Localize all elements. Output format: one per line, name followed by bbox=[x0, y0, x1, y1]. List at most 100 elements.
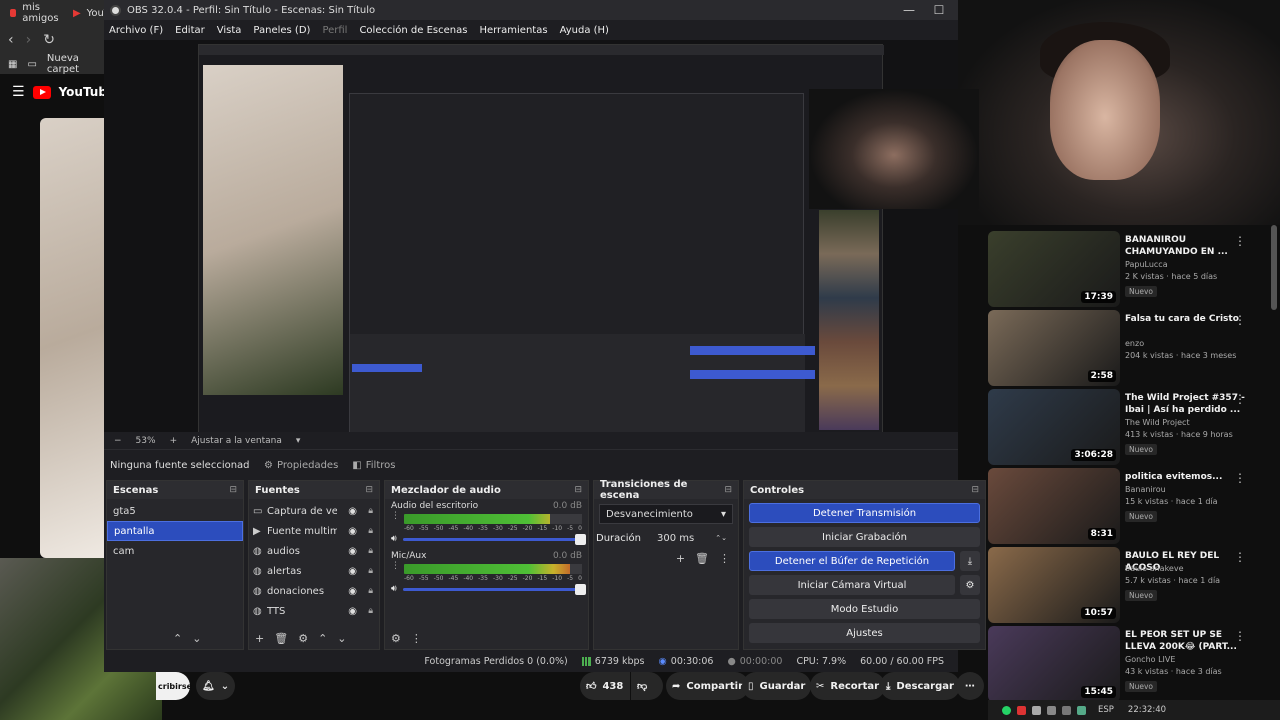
more-vertical-icon[interactable]: ⋮ bbox=[1234, 550, 1246, 564]
save-button[interactable]: ▯ Guardar bbox=[742, 672, 812, 700]
video-channel[interactable]: baulo anakeve bbox=[1125, 564, 1184, 573]
lock-icon[interactable]: 🔒︎ bbox=[368, 526, 373, 536]
obs-preview[interactable] bbox=[104, 40, 979, 439]
reload-icon[interactable]: ↻ bbox=[43, 32, 55, 48]
related-video[interactable]: 15:45 EL PEOR SET UP SE LLEVA 200K😂 (PART… bbox=[988, 623, 1260, 702]
source-item[interactable]: ◍ donaciones ◉ 🔒︎ bbox=[249, 581, 379, 601]
more-vertical-icon[interactable]: ⋮ bbox=[391, 561, 400, 571]
tray-app-icon[interactable] bbox=[1032, 705, 1041, 715]
more-vertical-icon[interactable]: ⋮ bbox=[1234, 392, 1246, 406]
more-vertical-icon[interactable]: ⋮ bbox=[391, 511, 400, 521]
browser-tab[interactable]: mis amigos ▶ YouT bbox=[0, 0, 110, 26]
gear-icon[interactable]: ⚙ bbox=[298, 632, 308, 645]
related-video[interactable]: 8:31 politica evitemos... Bananirou 15 k vi… bbox=[988, 465, 1260, 544]
save-replay-icon[interactable]: ⤓ bbox=[960, 551, 980, 571]
video-channel[interactable]: enzo bbox=[1125, 339, 1144, 348]
video-thumbnail[interactable]: 3:06:28 bbox=[988, 389, 1120, 465]
undock-icon[interactable]: ⊟ bbox=[724, 485, 732, 495]
related-video[interactable]: 2:58 Falsa tu cara de Cristo enzo 204 k vis… bbox=[988, 307, 1260, 386]
lock-icon[interactable]: 🔒︎ bbox=[368, 566, 373, 576]
video-thumbnail[interactable]: 10:57 bbox=[988, 547, 1120, 623]
video-thumbnail[interactable]: 8:31 bbox=[988, 468, 1120, 544]
language-indicator[interactable]: ESP bbox=[1098, 705, 1114, 715]
undock-icon[interactable]: ⊟ bbox=[971, 485, 979, 495]
menu-item[interactable]: Ayuda (H) bbox=[560, 25, 609, 36]
move-down-icon[interactable]: ⌄ bbox=[192, 632, 201, 645]
source-item[interactable]: ▶ Fuente multime ◉ 🔒︎ bbox=[249, 521, 379, 541]
video-channel[interactable]: PapuLucca bbox=[1125, 260, 1168, 269]
speaker-icon[interactable]: 🔊︎ bbox=[391, 584, 397, 594]
more-vertical-icon[interactable]: ⋮ bbox=[1234, 234, 1246, 248]
video-channel[interactable]: The Wild Project bbox=[1125, 418, 1190, 427]
notification-bell-button[interactable]: 🔔︎ ⌄ bbox=[196, 672, 236, 700]
video-channel[interactable]: Goncho LIVE bbox=[1125, 655, 1175, 664]
bookmark-folder[interactable]: Nueva carpet bbox=[47, 53, 104, 75]
trash-icon[interactable]: 🗑︎ bbox=[695, 552, 709, 565]
source-item[interactable]: ◍ alertas ◉ 🔒︎ bbox=[249, 561, 379, 581]
control-button[interactable]: Ajustes bbox=[749, 623, 980, 643]
source-item[interactable]: ◍ audios ◉ 🔒︎ bbox=[249, 541, 379, 561]
control-button[interactable]: Detener Transmisión bbox=[749, 503, 980, 523]
lock-icon[interactable]: 🔒︎ bbox=[368, 606, 373, 616]
maximize-icon[interactable]: ☐ bbox=[924, 0, 954, 20]
virtual-camera-settings-icon[interactable]: ⚙ bbox=[960, 575, 980, 595]
video-thumbnail[interactable]: 2:58 bbox=[988, 310, 1120, 386]
whatsapp-icon[interactable] bbox=[1002, 705, 1011, 715]
filters-button[interactable]: ◧ Filtros bbox=[352, 460, 395, 471]
dislike-button[interactable]: 👎︎ bbox=[631, 672, 663, 700]
lock-icon[interactable]: 🔒︎ bbox=[368, 546, 373, 556]
advanced-audio-icon[interactable]: ⚙ bbox=[391, 632, 401, 645]
source-item[interactable]: ◍ TTS ◉ 🔒︎ bbox=[249, 601, 379, 621]
duration-spinbox[interactable]: 300 ms ⌃⌄ bbox=[651, 528, 733, 548]
video-title[interactable]: The Wild Project #357 - Ibai | Así ha pe… bbox=[1125, 392, 1245, 416]
visibility-eye-icon[interactable]: ◉ bbox=[348, 526, 357, 537]
speaker-icon[interactable]: 🔊︎ bbox=[391, 534, 397, 544]
menu-item[interactable]: Editar bbox=[175, 25, 205, 36]
forward-icon[interactable]: › bbox=[26, 32, 32, 48]
video-thumbnail[interactable]: 17:39 bbox=[988, 231, 1120, 307]
clock[interactable]: 22:32:40 bbox=[1128, 705, 1166, 715]
related-video[interactable]: 10:57 BAULO EL REY DEL ACOSO baulo anakeve… bbox=[988, 544, 1260, 623]
share-button[interactable]: ➦ Compartir bbox=[666, 672, 749, 700]
menu-item[interactable]: Perfil bbox=[322, 25, 347, 36]
zoom-out-icon[interactable]: − bbox=[114, 436, 122, 446]
sidebar-scrollbar[interactable] bbox=[1271, 225, 1277, 310]
more-actions-button[interactable]: ⋯ bbox=[956, 672, 984, 700]
back-icon[interactable]: ‹ bbox=[8, 32, 14, 48]
video-channel[interactable]: Bananirou bbox=[1125, 485, 1166, 494]
control-button[interactable]: Detener el Búfer de Repetición bbox=[749, 551, 955, 571]
clip-button[interactable]: ✂ Recortar bbox=[810, 672, 886, 700]
move-up-icon[interactable]: ⌃ bbox=[173, 632, 182, 645]
related-video[interactable]: 17:39 BANANIROU CHAMUYANDO EN ... PapuLucc… bbox=[988, 228, 1260, 307]
zoom-in-icon[interactable]: + bbox=[170, 436, 178, 446]
lock-icon[interactable]: 🔒︎ bbox=[368, 586, 373, 596]
move-up-icon[interactable]: ⌃ bbox=[318, 632, 327, 645]
menu-item[interactable]: Herramientas bbox=[479, 25, 547, 36]
volume-slider[interactable] bbox=[402, 533, 586, 545]
control-button[interactable]: Iniciar Cámara Virtual bbox=[749, 575, 955, 595]
video-title[interactable]: politica evitemos... bbox=[1125, 471, 1245, 483]
main-video-player[interactable] bbox=[40, 118, 104, 558]
transition-select[interactable]: Desvanecimiento ▾ bbox=[599, 504, 733, 524]
minimize-icon[interactable]: — bbox=[894, 0, 924, 20]
control-button[interactable]: Modo Estudio bbox=[749, 599, 980, 619]
properties-button[interactable]: ⚙ Propiedades bbox=[264, 460, 338, 471]
more-vertical-icon[interactable]: ⋮ bbox=[1234, 629, 1246, 643]
more-vertical-icon[interactable]: ⋮ bbox=[719, 552, 730, 565]
network-icon[interactable] bbox=[1077, 705, 1086, 715]
more-vertical-icon[interactable]: ⋮ bbox=[411, 632, 422, 645]
add-icon[interactable]: + bbox=[255, 632, 264, 645]
more-vertical-icon[interactable]: ⋮ bbox=[1234, 313, 1246, 327]
visibility-eye-icon[interactable]: ◉ bbox=[348, 566, 357, 577]
trash-icon[interactable]: 🗑︎ bbox=[274, 632, 288, 645]
source-item[interactable]: ▭ Captura de vent ◉ 🔒︎ bbox=[249, 501, 379, 521]
undock-icon[interactable]: ⊟ bbox=[574, 485, 582, 495]
video-title[interactable]: EL PEOR SET UP SE LLEVA 200K😂 (PART... bbox=[1125, 629, 1245, 653]
video-title[interactable]: Falsa tu cara de Cristo bbox=[1125, 313, 1245, 325]
menu-item[interactable]: Colección de Escenas bbox=[359, 25, 467, 36]
scene-item[interactable]: cam bbox=[107, 541, 243, 561]
visibility-eye-icon[interactable]: ◉ bbox=[348, 606, 357, 617]
apps-grid-icon[interactable]: ▦ bbox=[8, 59, 17, 70]
slider-handle[interactable] bbox=[575, 583, 586, 595]
lock-icon[interactable]: 🔒︎ bbox=[368, 506, 373, 516]
